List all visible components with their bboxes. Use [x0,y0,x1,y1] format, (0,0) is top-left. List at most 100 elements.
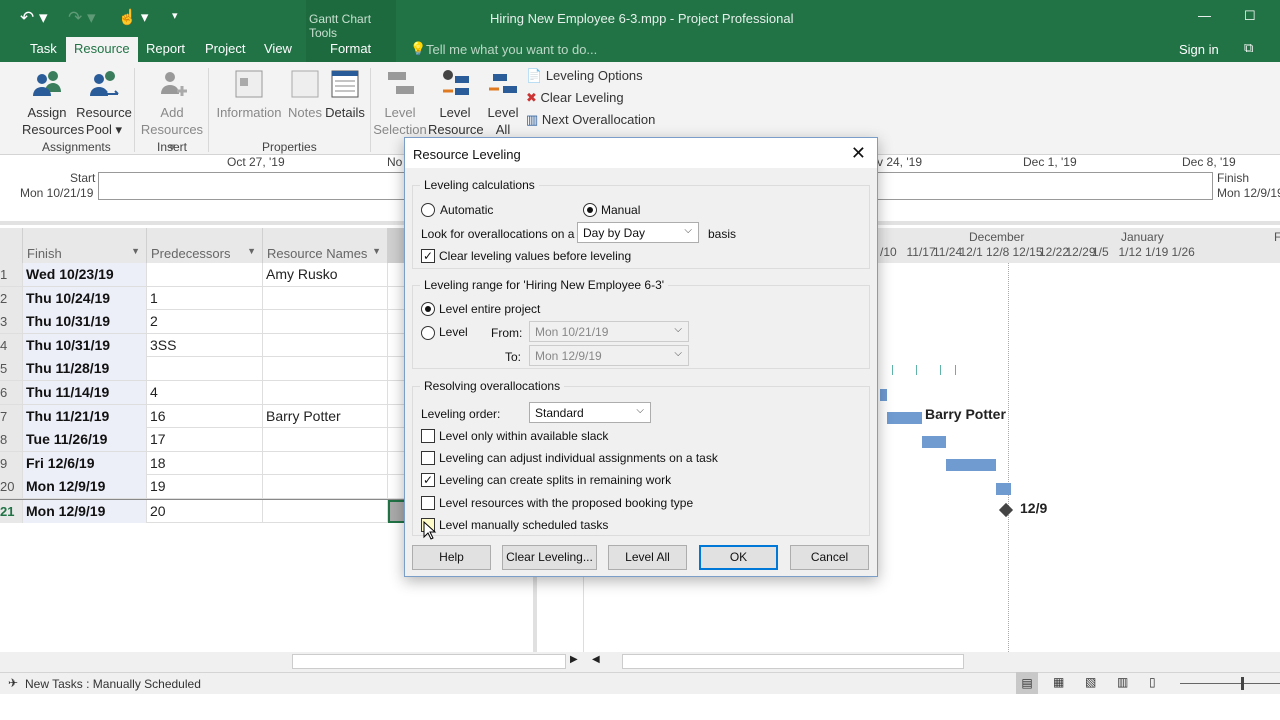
resource-names-cell[interactable] [263,286,388,310]
to-date-field[interactable]: Mon 12/9/19 ⌵ [529,345,689,366]
level-resource-button[interactable]: Level Resource [428,68,484,138]
close-icon[interactable]: ✕ [851,143,866,164]
undo-icon[interactable]: ↶ ▾ [20,8,48,28]
gantt-view-icon[interactable]: ▤ [1016,672,1038,694]
predecessors-cell[interactable] [147,357,263,381]
predecessors-cell[interactable]: 17 [147,428,263,452]
predecessors-cell[interactable]: 20 [147,500,263,523]
tab-resource[interactable]: Resource [66,37,138,62]
task-bar[interactable] [922,436,946,448]
touch-mode-icon[interactable]: ☝ ▾ [118,8,148,26]
row-id[interactable]: 20 [0,475,23,499]
resource-pool-button[interactable]: Resource Pool ▾ [76,68,132,138]
option-checkbox[interactable] [421,429,435,443]
finish-cell[interactable]: Thu 11/21/19 [23,404,147,428]
finish-cell[interactable]: Thu 10/31/19 [23,310,147,334]
table-scrollbar[interactable] [292,654,566,669]
clear-leveling-dialog-button[interactable]: Clear Leveling... [502,545,597,570]
option-checkbox[interactable] [421,451,435,466]
resource-names-cell[interactable] [263,357,388,381]
resource-names-cell[interactable] [263,451,388,475]
automatic-radio[interactable] [421,203,435,217]
scroll-right-icon[interactable]: ▶ [570,654,578,665]
resource-names-cell[interactable] [263,381,388,404]
finish-cell[interactable]: Thu 11/28/19 [23,357,147,381]
column-header-predecessors[interactable]: Predecessors ▼ [147,228,263,263]
reports-icon[interactable]: ▯ [1149,675,1156,689]
resource-names-cell[interactable]: Barry Potter [263,404,388,428]
tab-view[interactable]: View [256,37,300,62]
clear-leveling-button[interactable]: ✖ Clear Leveling [526,89,624,106]
resource-names-cell[interactable] [263,475,388,499]
predecessors-cell[interactable]: 18 [147,451,263,475]
task-bar[interactable] [880,389,887,401]
minimize-icon[interactable]: — [1198,8,1211,23]
task-bar[interactable] [887,412,922,424]
predecessors-cell[interactable]: 16 [147,404,263,428]
finish-cell[interactable]: Wed 10/23/19 [23,263,147,286]
assign-resources-button[interactable]: Assign Resources [22,68,84,138]
new-tasks-mode[interactable]: New Tasks : Manually Scheduled [25,677,201,691]
predecessors-cell[interactable]: 19 [147,475,263,499]
gantt-scrollbar[interactable] [622,654,964,669]
scroll-left-icon[interactable]: ◀ [592,654,600,665]
row-id[interactable]: 9 [0,451,23,475]
details-button[interactable]: Details [324,68,366,121]
predecessors-cell[interactable] [147,263,263,286]
finish-cell[interactable]: Tue 11/26/19 [23,428,147,452]
option-checkbox[interactable]: ✓ [421,473,435,488]
restore-icon[interactable]: ☐ [1244,8,1256,24]
information-button[interactable]: Information [214,68,284,121]
resource-names-cell[interactable] [263,333,388,357]
level-range-radio[interactable] [421,326,435,340]
sign-in-link[interactable]: Sign in [1179,42,1219,57]
row-id[interactable]: 2 [0,286,23,310]
leveling-order-dropdown[interactable]: Standard ⌵ [529,402,651,423]
resource-names-cell[interactable]: Amy Rusko [263,263,388,286]
basis-dropdown[interactable]: Day by Day ⌵ [577,222,699,243]
row-id[interactable]: 21 [0,500,23,523]
milestone-diamond[interactable] [998,502,1014,518]
predecessors-cell[interactable]: 3SS [147,333,263,357]
level-all-button[interactable]: Level All [486,68,520,138]
row-id[interactable]: 8 [0,428,23,452]
finish-cell[interactable]: Thu 11/14/19 [23,381,147,404]
clear-values-checkbox[interactable]: ✓ [421,249,435,263]
chevron-down-icon[interactable]: ▼ [372,246,381,256]
notes-button[interactable]: Notes [286,68,324,121]
ok-button[interactable]: OK [699,545,778,570]
resource-sheet-icon[interactable]: ▥ [1117,675,1128,689]
task-bar[interactable] [946,459,996,471]
from-date-field[interactable]: Mon 10/21/19 ⌵ [529,321,689,342]
chevron-down-icon[interactable]: ▼ [131,246,140,256]
row-id[interactable]: 7 [0,404,23,428]
level-all-dialog-button[interactable]: Level All [608,545,687,570]
leveling-options-button[interactable]: 📄 Leveling Options [526,67,643,84]
tab-report[interactable]: Report [138,37,193,62]
help-button[interactable]: Help [412,545,491,570]
next-overallocation-button[interactable]: ▥ Next Overallocation [526,111,655,128]
row-id[interactable]: 1 [0,263,23,286]
finish-cell[interactable]: Fri 12/6/19 [23,451,147,475]
redo-icon[interactable]: ↷ ▾ [68,8,96,28]
row-id[interactable]: 5 [0,357,23,381]
column-header-finish[interactable]: Finish ▼ [23,228,147,263]
task-usage-icon[interactable]: ▦ [1053,675,1064,689]
zoom-slider-handle[interactable] [1241,677,1244,690]
finish-cell[interactable]: Thu 10/24/19 [23,286,147,310]
manual-radio[interactable] [583,203,597,217]
predecessors-cell[interactable]: 1 [147,286,263,310]
predecessors-cell[interactable]: 2 [147,310,263,334]
tab-format[interactable]: Format [322,37,379,62]
row-id[interactable]: 6 [0,381,23,404]
zoom-slider[interactable] [1180,683,1280,684]
row-id[interactable]: 3 [0,310,23,334]
ribbon-display-icon[interactable]: ⧉ [1244,40,1253,56]
team-planner-icon[interactable]: ▧ [1085,675,1096,689]
level-entire-project-radio[interactable] [421,302,435,316]
resource-names-cell[interactable] [263,428,388,452]
customize-qat-icon[interactable]: ▾ [172,9,178,22]
tab-task[interactable]: Task [22,37,65,62]
column-header-resource-names[interactable]: Resource Names ▼ [263,228,388,263]
tab-project[interactable]: Project [197,37,253,62]
